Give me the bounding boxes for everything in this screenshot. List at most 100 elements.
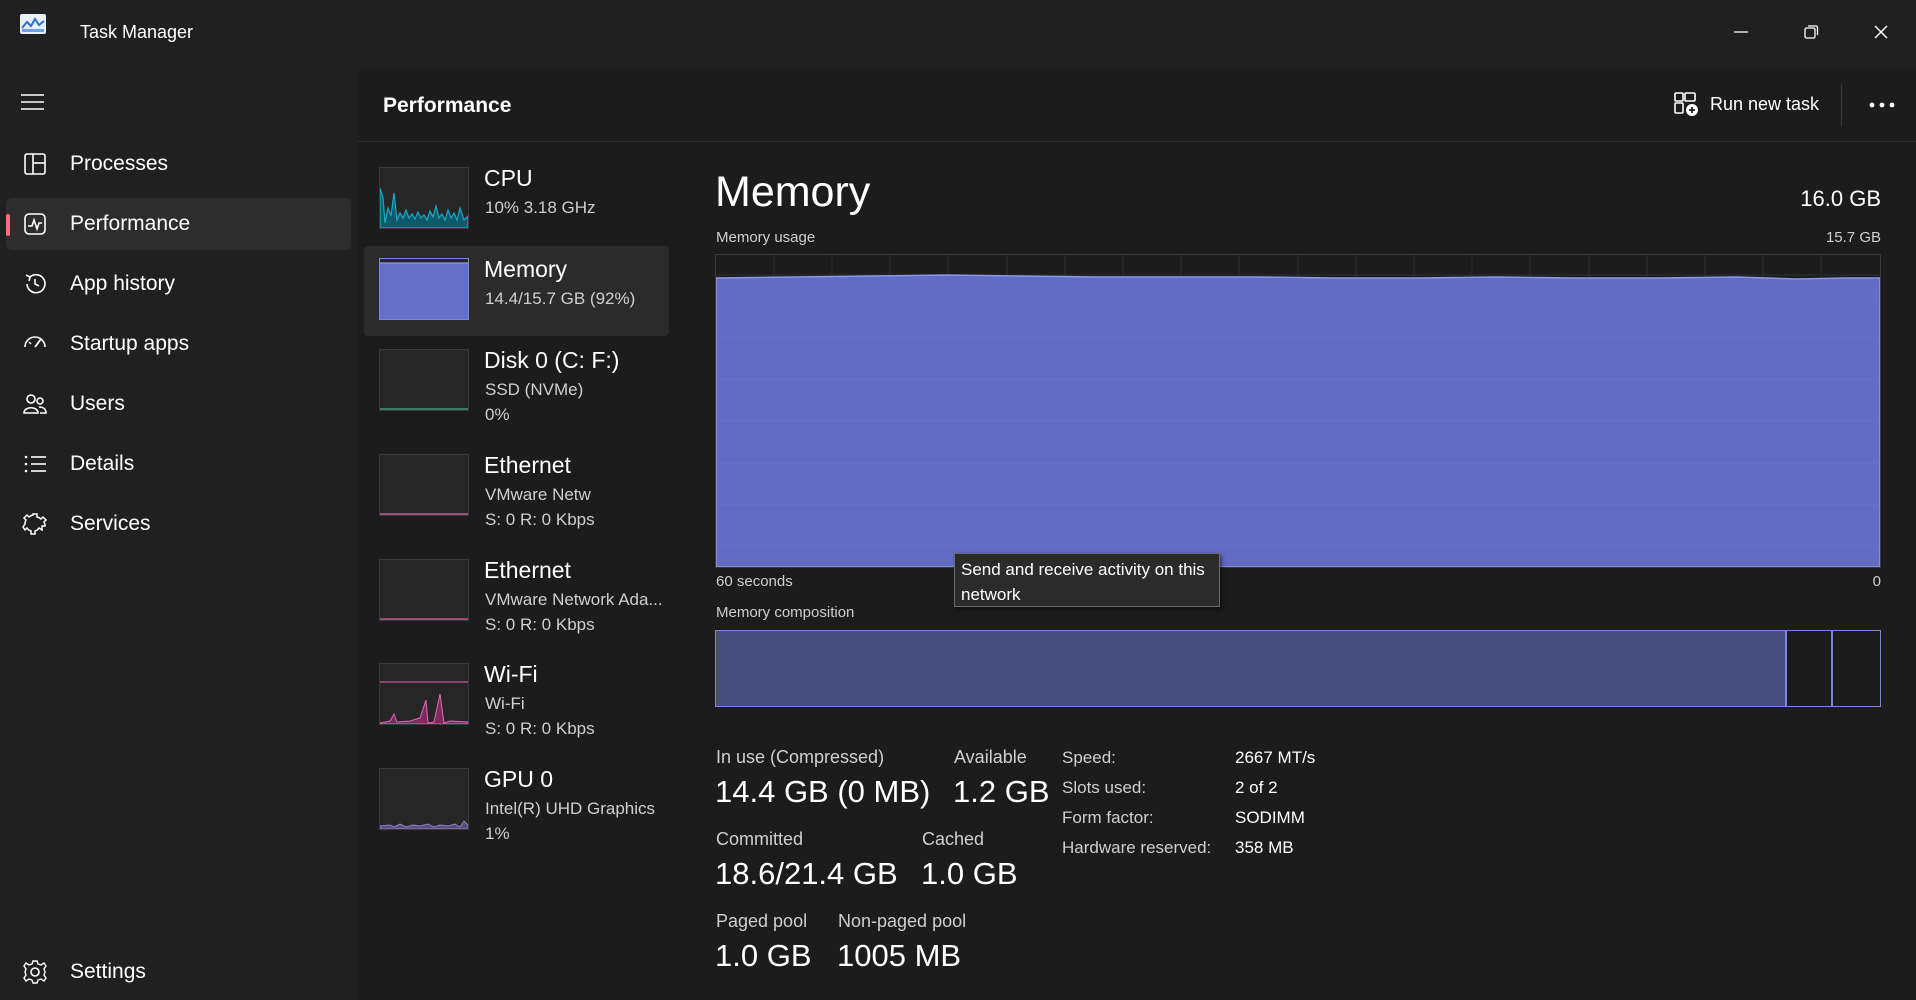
active-indicator <box>6 214 10 236</box>
device-disk-0[interactable]: Disk 0 (C: F:) SSD (NVMe) 0% <box>364 337 669 427</box>
history-icon <box>25 273 46 294</box>
services-icon <box>22 513 48 535</box>
sidebar-item-label: Performance <box>70 212 191 235</box>
memory-usage-label: Memory usage <box>716 229 816 246</box>
device-name: CPU <box>484 165 533 191</box>
app-title: Task Manager <box>80 22 194 42</box>
graph-time-start: 60 seconds <box>716 573 793 590</box>
composition-modified-segment <box>1787 631 1834 706</box>
sidebar-item-label: Details <box>70 452 135 475</box>
page-title: Performance <box>383 94 512 117</box>
sidebar-item-label: Users <box>70 392 125 415</box>
available-value: 1.2 GB <box>953 774 1050 809</box>
ethernet-thumbnail-graph <box>379 559 469 621</box>
device-throughput: S: 0 R: 0 Kbps <box>485 719 595 738</box>
minimize-button[interactable] <box>1706 8 1776 56</box>
speed-label: Speed: <box>1062 748 1116 767</box>
device-ethernet-2[interactable]: Ethernet VMware Network Ada... S: 0 R: 0… <box>364 547 669 637</box>
device-wifi[interactable]: Wi-Fi Wi-Fi S: 0 R: 0 Kbps <box>364 651 669 741</box>
users-icon <box>23 394 47 414</box>
close-icon <box>1874 25 1888 39</box>
details-icon <box>24 455 46 473</box>
restore-icon <box>1804 25 1819 39</box>
device-name: Memory <box>484 256 568 282</box>
sidebar-item-performance[interactable]: Performance <box>6 198 351 250</box>
committed-value: 18.6/21.4 GB <box>715 856 898 891</box>
available-label: Available <box>954 747 1027 767</box>
sidebar-item-label: App history <box>70 272 176 295</box>
settings-label: Settings <box>70 960 146 983</box>
device-cpu[interactable]: CPU 10% 3.18 GHz <box>364 155 669 245</box>
minimize-icon <box>1734 31 1748 33</box>
network-tooltip: Send and receive activity on this networ… <box>954 553 1220 607</box>
hamburger-menu-icon[interactable] <box>20 92 46 112</box>
device-gpu-0[interactable]: GPU 0 Intel(R) UHD Graphics 1% <box>364 756 669 846</box>
device-throughput: S: 0 R: 0 Kbps <box>485 510 595 529</box>
sidebar: Processes Performance App history Startu… <box>0 64 358 1000</box>
paged-pool-label: Paged pool <box>716 911 808 931</box>
device-detail: VMware Netw <box>485 485 591 504</box>
non-paged-pool-value: 1005 MB <box>837 938 962 973</box>
sidebar-item-settings[interactable]: Settings <box>6 946 351 998</box>
sidebar-item-services[interactable]: Services <box>6 498 351 550</box>
gpu-thumbnail-graph <box>379 768 469 830</box>
detail-title: Memory <box>715 168 871 216</box>
performance-icon <box>24 213 46 235</box>
memory-composition-bar <box>715 630 1881 707</box>
processes-icon <box>24 153 46 175</box>
run-new-task-button[interactable]: Run new task <box>1672 88 1819 120</box>
run-task-icon <box>1674 92 1698 116</box>
slots-used-value: 2 of 2 <box>1235 778 1278 797</box>
disk-thumbnail-graph <box>379 349 469 411</box>
sidebar-item-app-history[interactable]: App history <box>6 258 351 310</box>
device-detail: 10% 3.18 GHz <box>485 198 596 217</box>
device-detail: Intel(R) UHD Graphics <box>485 799 656 818</box>
device-detail: Wi-Fi <box>485 694 525 713</box>
sidebar-item-users[interactable]: Users <box>6 378 351 430</box>
cpu-thumbnail-graph <box>379 167 469 229</box>
form-factor-label: Form factor: <box>1062 808 1154 827</box>
paged-pool-value: 1.0 GB <box>715 938 812 973</box>
sidebar-item-label: Startup apps <box>70 332 190 355</box>
device-usage: 1% <box>485 824 510 843</box>
startup-icon <box>24 336 46 348</box>
slots-used-label: Slots used: <box>1062 778 1147 797</box>
non-paged-pool-label: Non-paged pool <box>838 911 967 931</box>
graph-time-end: 0 <box>1872 573 1881 590</box>
cached-label: Cached <box>922 829 985 849</box>
close-button[interactable] <box>1846 8 1916 56</box>
more-options-button[interactable] <box>1862 90 1902 120</box>
restore-button[interactable] <box>1776 8 1846 56</box>
gear-icon <box>23 960 47 984</box>
in-use-value: 14.4 GB (0 MB) <box>715 774 931 809</box>
main-header: Performance Run new task <box>358 68 1916 142</box>
composition-in-use-segment <box>716 631 1787 706</box>
device-name: GPU 0 <box>484 766 554 792</box>
wifi-thumbnail-graph <box>379 663 469 725</box>
sidebar-item-startup-apps[interactable]: Startup apps <box>6 318 351 370</box>
title-bar: Task Manager <box>0 0 1916 64</box>
memory-composition-label: Memory composition <box>716 604 855 621</box>
device-name: Disk 0 (C: F:) <box>484 347 620 373</box>
device-memory[interactable]: Memory 14.4/15.7 GB (92%) <box>364 246 669 336</box>
device-name: Ethernet <box>484 452 571 478</box>
ethernet-thumbnail-graph <box>379 454 469 516</box>
memory-usage-max: 15.7 GB <box>1825 229 1881 246</box>
in-use-label: In use (Compressed) <box>716 747 885 767</box>
device-ethernet-1[interactable]: Ethernet VMware Netw S: 0 R: 0 Kbps <box>364 442 669 532</box>
hardware-reserved-label: Hardware reserved: <box>1062 838 1212 857</box>
hardware-reserved-value: 358 MB <box>1235 838 1294 857</box>
run-new-task-label: Run new task <box>1710 93 1820 114</box>
sidebar-item-label: Services <box>70 512 151 535</box>
sidebar-item-details[interactable]: Details <box>6 438 351 490</box>
sidebar-item-label: Processes <box>70 152 169 175</box>
form-factor-value: SODIMM <box>1235 808 1305 827</box>
main-panel: Performance Run new task CPU 10% 3.18 GH… <box>358 68 1916 1000</box>
memory-usage-graph <box>715 254 1881 568</box>
device-name: Ethernet <box>484 557 571 583</box>
device-detail: 14.4/15.7 GB (92%) <box>485 289 636 308</box>
sidebar-item-processes[interactable]: Processes <box>6 138 351 190</box>
committed-label: Committed <box>716 829 804 849</box>
device-name: Wi-Fi <box>484 661 538 687</box>
device-detail: SSD (NVMe) <box>485 380 584 399</box>
